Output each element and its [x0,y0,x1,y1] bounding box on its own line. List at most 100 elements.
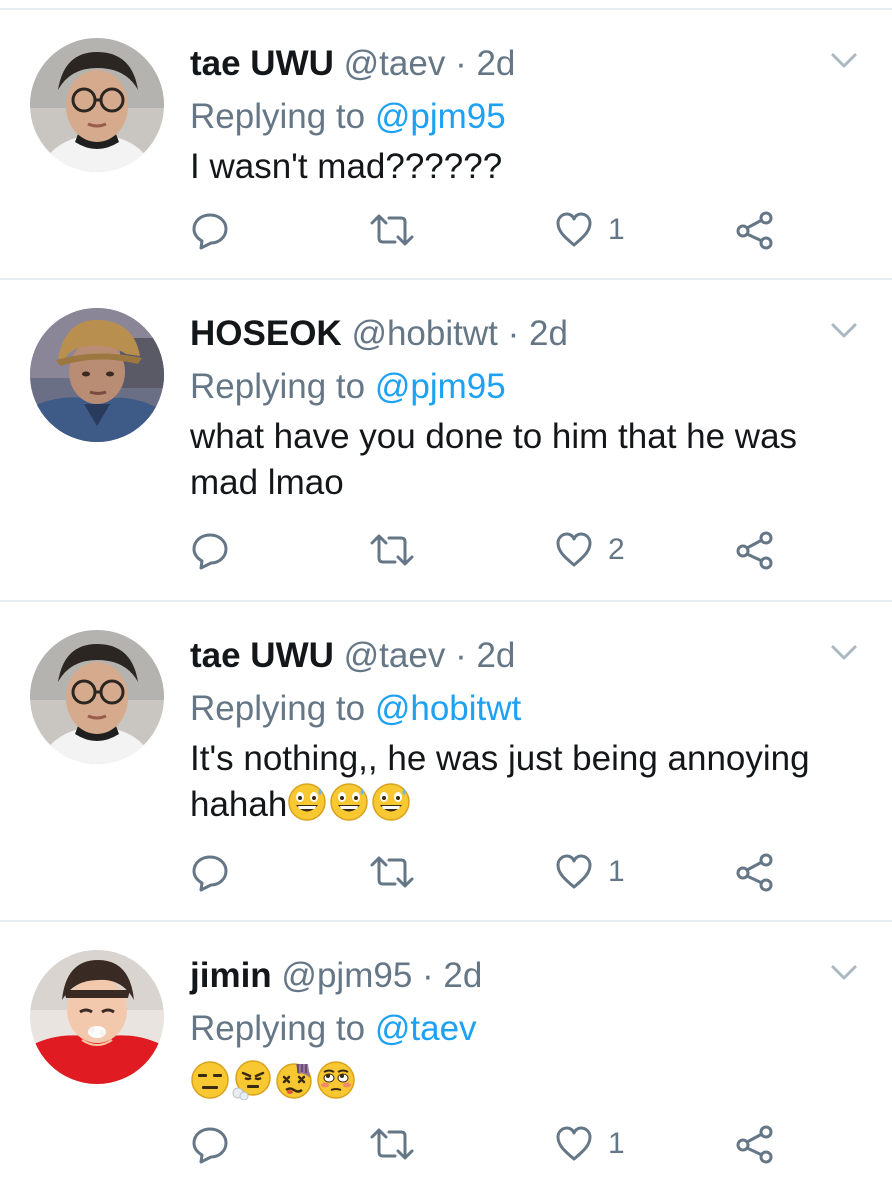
tweet-actions: 1 [190,850,790,894]
tweet-actions: 1 [190,1122,790,1166]
retweet-button[interactable] [368,1122,416,1166]
tweet-text [190,1060,852,1106]
display-name[interactable]: tae UWU [190,44,334,83]
heart-icon [556,212,592,247]
share-button[interactable] [735,208,775,252]
share-icon [736,531,773,570]
tweet-header: HOSEOK @hobitwt · 2d [190,308,852,360]
replying-to-line: Replying to @hobitwt [190,682,852,736]
like-button[interactable]: 1 [554,1122,625,1166]
retweet-icon [370,856,414,888]
tweet-text: I wasn't mad?????? [190,147,503,186]
retweet-icon [370,214,414,246]
tweet-content: tae UWU @taev · 2d Replying to @pjm95 I … [190,38,852,190]
replying-to-line: Replying to @pjm95 [190,90,852,144]
expressionless-emoji [190,1060,230,1100]
retweet-icon [370,534,414,566]
chevron-down-icon[interactable] [830,322,858,340]
grinning-sweat-emoji [287,782,327,822]
replying-to-label: Replying to [190,97,366,136]
tweet-header: tae UWU @taev · 2d [190,38,852,90]
separator-dot: · [455,44,467,83]
user-handle[interactable]: @pjm95 [281,956,412,995]
timestamp[interactable]: 2d [476,636,515,675]
replying-to-handle[interactable]: @pjm95 [375,97,506,136]
separator-dot: · [455,636,467,675]
tweet-text: what have you done to him that he was ma… [190,417,798,502]
heart-icon [556,1126,592,1161]
replying-to-handle[interactable]: @taev [375,1009,477,1048]
replying-to-handle[interactable]: @pjm95 [375,367,506,406]
tweet-content: tae UWU @taev · 2d Replying to @hobitwt … [190,630,852,828]
share-icon [736,1125,773,1164]
replying-to-line: Replying to @taev [190,1002,852,1056]
tweet-content: HOSEOK @hobitwt · 2d Replying to @pjm95 … [190,308,852,506]
dizzy-face-emoji [274,1060,314,1100]
reply-icon [192,1127,228,1164]
grinning-sweat-emoji [371,782,411,822]
chevron-down-icon[interactable] [830,52,858,70]
reply-icon [192,213,228,250]
display-name[interactable]: HOSEOK [190,314,342,353]
steam-nose-emoji [232,1060,272,1100]
user-handle[interactable]: @taev [344,636,446,675]
tweet-text-body: It's nothing,, he was just being annoyin… [190,739,810,824]
heart-icon [556,854,592,889]
display-name[interactable]: jimin [190,956,272,995]
replying-to-label: Replying to [190,689,366,728]
tweet-actions: 1 [190,208,790,252]
avatar[interactable] [30,308,164,442]
timestamp[interactable]: 2d [443,956,482,995]
tweet-card[interactable]: tae UWU @taev · 2d Replying to @pjm95 I … [0,10,892,280]
retweet-icon [370,1128,414,1160]
chevron-down-icon[interactable] [830,964,858,982]
like-count: 1 [608,213,625,246]
share-button[interactable] [735,1122,775,1166]
replying-to-label: Replying to [190,1009,366,1048]
tweet-content: jimin @pjm95 · 2d Replying to @taev [190,950,852,1106]
like-count: 1 [608,855,625,888]
timestamp[interactable]: 2d [529,314,568,353]
like-count: 2 [608,533,625,566]
replying-to-line: Replying to @pjm95 [190,360,852,414]
avatar[interactable] [30,630,164,764]
like-button[interactable]: 2 [554,528,625,572]
avatar[interactable] [30,38,164,172]
tweet-card[interactable]: jimin @pjm95 · 2d Replying to @taev 1 [0,922,892,1198]
like-button[interactable]: 1 [554,208,625,252]
share-icon [736,211,773,250]
user-handle[interactable]: @taev [344,44,446,83]
reply-icon [192,533,228,570]
tweet-text: It's nothing,, he was just being annoyin… [190,736,852,828]
flushed-eyes-emoji [316,1060,356,1100]
tweet-header: jimin @pjm95 · 2d [190,950,852,1002]
reply-button[interactable] [190,208,230,252]
reply-thread: tae UWU @taev · 2d Replying to @pjm95 I … [0,0,892,1200]
share-button[interactable] [735,850,775,894]
tweet-card[interactable]: tae UWU @taev · 2d Replying to @hobitwt … [0,602,892,922]
replying-to-handle[interactable]: @hobitwt [375,689,521,728]
tweet-card[interactable]: HOSEOK @hobitwt · 2d Replying to @pjm95 … [0,280,892,602]
like-button[interactable]: 1 [554,850,625,894]
retweet-button[interactable] [368,528,416,572]
chevron-down-icon[interactable] [830,644,858,662]
tweet-header: tae UWU @taev · 2d [190,630,852,682]
replying-to-label: Replying to [190,367,366,406]
timestamp[interactable]: 2d [476,44,515,83]
grinning-sweat-emoji [329,782,369,822]
reply-button[interactable] [190,528,230,572]
retweet-button[interactable] [368,850,416,894]
reply-button[interactable] [190,1122,230,1166]
tweet-actions: 2 [190,528,790,572]
reply-icon [192,855,228,892]
avatar[interactable] [30,950,164,1084]
share-icon [736,853,773,892]
separator-dot: · [422,956,434,995]
heart-icon [556,532,592,567]
retweet-button[interactable] [368,208,416,252]
display-name[interactable]: tae UWU [190,636,334,675]
reply-button[interactable] [190,850,230,894]
share-button[interactable] [735,528,775,572]
user-handle[interactable]: @hobitwt [351,314,497,353]
separator-dot: · [507,314,520,353]
